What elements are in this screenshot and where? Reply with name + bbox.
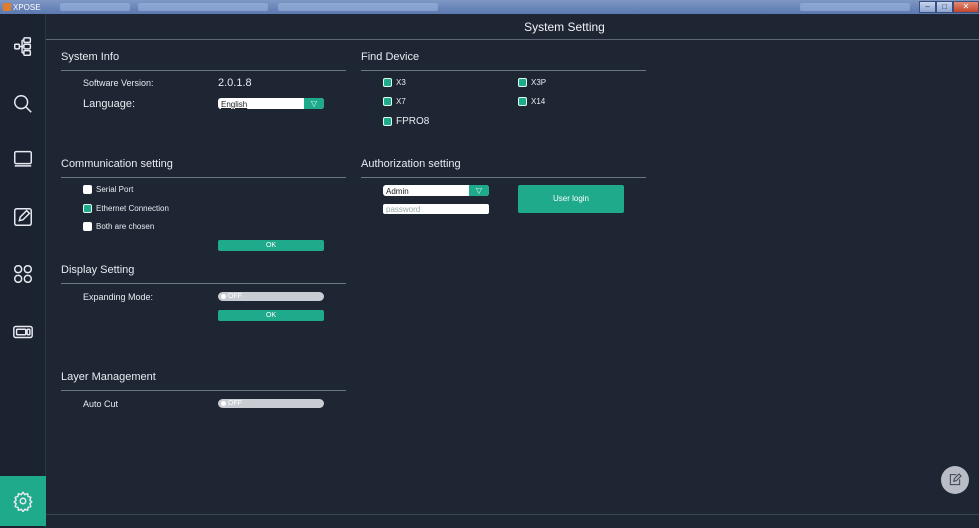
user-dropdown[interactable]: Admin ▽ — [383, 185, 489, 196]
chevron-down-icon: ▽ — [469, 185, 489, 196]
checkbox-checked-icon — [383, 117, 392, 126]
checkbox-checked-icon — [518, 97, 527, 106]
device-x7-checkbox[interactable]: X7 — [383, 97, 406, 106]
monitor-icon — [14, 150, 32, 167]
software-version-value: 2.0.1.8 — [218, 77, 252, 89]
checkbox-checked-icon — [83, 204, 92, 213]
checkbox-label: X14 — [531, 97, 546, 106]
app-logo-icon — [3, 3, 11, 11]
communication-title: Communication setting — [61, 158, 173, 170]
communication-ok-button[interactable]: OK — [218, 240, 324, 251]
chevron-down-icon: ▽ — [304, 98, 324, 109]
maximize-button[interactable]: □ — [936, 1, 953, 13]
sidebar-item-settings[interactable] — [0, 476, 46, 526]
device-x3-checkbox[interactable]: X3 — [383, 78, 406, 87]
sidebar — [0, 14, 46, 528]
floating-edit-button[interactable] — [941, 466, 969, 494]
language-dropdown[interactable]: English ▽ — [218, 98, 324, 109]
checkbox-label: X7 — [396, 97, 406, 106]
user-login-button[interactable]: User login — [518, 185, 624, 213]
display-setting-title: Display Setting — [61, 264, 135, 276]
edit-note-icon — [949, 473, 962, 486]
software-version-label: Software Version: — [83, 78, 154, 88]
title-bar: XPOSE – □ ✕ — [0, 0, 979, 14]
find-device-title: Find Device — [361, 51, 420, 63]
checkbox-label: X3P — [531, 78, 547, 87]
toggle-knob — [221, 401, 226, 406]
checkbox-label: Serial Port — [96, 185, 134, 194]
system-info-title: System Info — [61, 51, 120, 63]
auto-cut-toggle[interactable]: OFF — [218, 399, 324, 408]
section-divider — [61, 70, 346, 71]
language-label: Language: — [83, 98, 135, 110]
authorization-title: Authorization setting — [361, 158, 461, 170]
checkbox-checked-icon — [383, 97, 392, 106]
taskbar-tab[interactable] — [138, 3, 268, 11]
app-window: XPOSE – □ ✕ System Setting System Info S… — [0, 0, 979, 528]
page-title: System Setting — [524, 19, 605, 34]
checkbox-label: FPRO8 — [396, 116, 430, 127]
checkbox-unchecked-icon — [83, 185, 92, 194]
app-title-text: XPOSE — [13, 2, 41, 12]
language-value: English — [221, 100, 248, 109]
taskbar-tab[interactable] — [60, 3, 130, 11]
checkbox-checked-icon — [518, 78, 527, 87]
section-divider — [361, 177, 646, 178]
settings-icon — [13, 491, 33, 512]
section-divider — [61, 177, 346, 178]
checkbox-unchecked-icon — [83, 222, 92, 231]
taskbar-tray — [800, 3, 910, 11]
layer-management-title: Layer Management — [61, 371, 156, 383]
sidebar-item-monitor[interactable] — [0, 139, 46, 179]
expanding-mode-toggle[interactable]: OFF — [218, 292, 324, 301]
device-x3p-checkbox[interactable]: X3P — [518, 78, 546, 87]
display-ok-button[interactable]: OK — [218, 310, 324, 321]
sidebar-item-device[interactable] — [0, 312, 46, 352]
app-title: XPOSE — [3, 3, 41, 12]
toggle-knob — [221, 294, 226, 299]
checkbox-label: Ethernet Connection — [96, 204, 169, 213]
serial-port-checkbox[interactable]: Serial Port — [83, 185, 133, 194]
checkbox-checked-icon — [383, 78, 392, 87]
expanding-mode-label: Expanding Mode: — [83, 292, 154, 302]
sidebar-item-edit[interactable] — [0, 197, 46, 237]
device-icon — [13, 325, 33, 339]
checkbox-label: Both are chosen — [96, 222, 155, 231]
password-field[interactable]: password — [383, 204, 489, 214]
ethernet-connection-checkbox[interactable]: Ethernet Connection — [83, 204, 169, 213]
toggle-state: OFF — [228, 293, 242, 300]
sidebar-item-layout[interactable] — [0, 27, 46, 67]
sidebar-item-search[interactable] — [0, 84, 46, 124]
section-divider — [61, 390, 346, 391]
taskbar-tab[interactable] — [278, 3, 438, 11]
section-divider — [361, 70, 646, 71]
page-header: System Setting — [46, 14, 979, 40]
toggle-state: OFF — [228, 400, 242, 407]
user-value: Admin — [386, 187, 409, 196]
device-fpro8-checkbox[interactable]: FPRO8 — [383, 116, 429, 127]
sidebar-item-grid[interactable] — [0, 254, 46, 294]
window-controls: – □ ✕ — [919, 0, 979, 14]
checkbox-label: X3 — [396, 78, 406, 87]
device-x14-checkbox[interactable]: X14 — [518, 97, 545, 106]
grid-icon — [14, 265, 32, 283]
close-button[interactable]: ✕ — [953, 1, 979, 13]
auto-cut-label: Auto Cut — [83, 399, 119, 409]
edit-icon — [14, 208, 32, 226]
minimize-button[interactable]: – — [919, 1, 936, 13]
section-divider — [61, 283, 346, 284]
search-icon — [14, 95, 32, 113]
layout-icon — [14, 37, 32, 56]
both-chosen-checkbox[interactable]: Both are chosen — [83, 222, 154, 231]
footer-divider — [46, 514, 979, 515]
